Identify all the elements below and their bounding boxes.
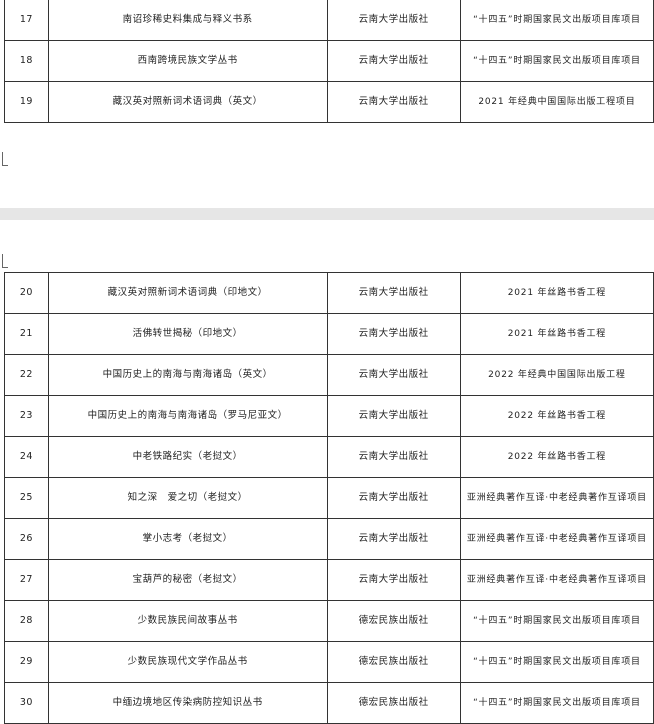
row-number-cell: 30 <box>4 682 49 724</box>
publisher-cell: 云南大学出版社 <box>326 518 461 560</box>
publisher-cell: 云南大学出版社 <box>326 272 461 314</box>
row-number-cell: 26 <box>4 518 49 560</box>
document-page-top: 17 南诏珍稀史料集成与释义书系 云南大学出版社 “十四五”时期国家民文出版项目库项目… <box>0 0 654 208</box>
table-row: 23 中国历史上的南海与南海诸岛（罗马尼亚文） 云南大学出版社 2022 年丝路书香工… <box>4 395 654 437</box>
book-title-cell: 南诏珍稀史料集成与释义书系 <box>47 0 328 41</box>
project-cell: “十四五”时期国家民文出版项目库项目 <box>459 0 654 41</box>
row-number-cell: 25 <box>4 477 49 519</box>
table-row: 22 中国历史上的南海与南海诸岛（英文） 云南大学出版社 2022 年经典中国国际出版… <box>4 354 654 396</box>
project-cell: 2022 年经典中国国际出版工程 <box>459 354 654 396</box>
table-row: 18 西南跨境民族文学丛书 云南大学出版社 “十四五”时期国家民文出版项目库项目 <box>4 40 654 82</box>
margin-corner-mark <box>2 254 9 268</box>
publisher-cell: 云南大学出版社 <box>326 436 461 478</box>
table-row: 21 活佛转世揭秘（印地文） 云南大学出版社 2021 年丝路书香工程 <box>4 313 654 355</box>
book-title-cell: 中老铁路纪实（老挝文） <box>47 436 328 478</box>
project-cell: 2022 年丝路书香工程 <box>459 436 654 478</box>
row-number-cell: 17 <box>4 0 49 41</box>
book-title-cell: 中国历史上的南海与南海诸岛（罗马尼亚文） <box>47 395 328 437</box>
publisher-cell: 德宏民族出版社 <box>326 682 461 724</box>
book-title-cell: 宝葫芦的秘密（老挝文） <box>47 559 328 601</box>
project-cell: “十四五”时期国家民文出版项目库项目 <box>459 600 654 642</box>
row-number-cell: 22 <box>4 354 49 396</box>
table-row: 24 中老铁路纪实（老挝文） 云南大学出版社 2022 年丝路书香工程 <box>4 436 654 478</box>
table-row: 17 南诏珍稀史料集成与释义书系 云南大学出版社 “十四五”时期国家民文出版项目库项目 <box>4 0 654 41</box>
publisher-cell: 云南大学出版社 <box>326 81 461 123</box>
project-cell: 2021 年丝路书香工程 <box>459 313 654 355</box>
project-cell: “十四五”时期国家民文出版项目库项目 <box>459 641 654 683</box>
project-cell: 2021 年丝路书香工程 <box>459 272 654 314</box>
document-page-bottom: 20 藏汉英对照新词术语词典（印地文） 云南大学出版社 2021 年丝路书香工程 21 活… <box>0 220 654 724</box>
book-title-cell: 藏汉英对照新词术语词典（印地文） <box>47 272 328 314</box>
publisher-cell: 云南大学出版社 <box>326 40 461 82</box>
project-cell: 亚洲经典著作互译·中老经典著作互译项目 <box>459 477 654 519</box>
row-number-cell: 21 <box>4 313 49 355</box>
row-number-cell: 24 <box>4 436 49 478</box>
publisher-cell: 云南大学出版社 <box>326 0 461 41</box>
project-cell: 2022 年丝路书香工程 <box>459 395 654 437</box>
row-number-cell: 29 <box>4 641 49 683</box>
publisher-cell: 云南大学出版社 <box>326 313 461 355</box>
project-cell: 亚洲经典著作互译·中老经典著作互译项目 <box>459 559 654 601</box>
project-cell: 亚洲经典著作互译·中老经典著作互译项目 <box>459 518 654 560</box>
publisher-cell: 德宏民族出版社 <box>326 600 461 642</box>
book-title-cell: 活佛转世揭秘（印地文） <box>47 313 328 355</box>
book-title-cell: 中国历史上的南海与南海诸岛（英文） <box>47 354 328 396</box>
table-row: 19 藏汉英对照新词术语词典（英文） 云南大学出版社 2021 年经典中国国际出版工程… <box>4 81 654 123</box>
book-title-cell: 知之深 爱之切（老挝文） <box>47 477 328 519</box>
book-title-cell: 少数民族民间故事丛书 <box>47 600 328 642</box>
publisher-cell: 云南大学出版社 <box>326 354 461 396</box>
book-title-cell: 少数民族现代文学作品丛书 <box>47 641 328 683</box>
row-number-cell: 20 <box>4 272 49 314</box>
book-title-cell: 掌小志考（老挝文） <box>47 518 328 560</box>
table-row: 29 少数民族现代文学作品丛书 德宏民族出版社 “十四五”时期国家民文出版项目库项目 <box>4 641 654 683</box>
publisher-cell: 云南大学出版社 <box>326 395 461 437</box>
row-number-cell: 28 <box>4 600 49 642</box>
row-number-cell: 27 <box>4 559 49 601</box>
project-cell: “十四五”时期国家民文出版项目库项目 <box>459 682 654 724</box>
publisher-cell: 德宏民族出版社 <box>326 641 461 683</box>
publisher-cell: 云南大学出版社 <box>326 477 461 519</box>
project-cell: 2021 年经典中国国际出版工程项目 <box>459 81 654 123</box>
table-row: 30 中缅边境地区传染病防控知识丛书 德宏民族出版社 “十四五”时期国家民文出版项目库… <box>4 682 654 724</box>
book-project-table-top: 17 南诏珍稀史料集成与释义书系 云南大学出版社 “十四五”时期国家民文出版项目库项目… <box>4 0 654 123</box>
margin-corner-mark <box>2 152 9 166</box>
table-row: 20 藏汉英对照新词术语词典（印地文） 云南大学出版社 2021 年丝路书香工程 <box>4 272 654 314</box>
table-row: 25 知之深 爱之切（老挝文） 云南大学出版社 亚洲经典著作互译·中老经典著作互译项目 <box>4 477 654 519</box>
table-row: 26 掌小志考（老挝文） 云南大学出版社 亚洲经典著作互译·中老经典著作互译项目 <box>4 518 654 560</box>
row-number-cell: 19 <box>4 81 49 123</box>
row-number-cell: 18 <box>4 40 49 82</box>
row-number-cell: 23 <box>4 395 49 437</box>
table-row: 27 宝葫芦的秘密（老挝文） 云南大学出版社 亚洲经典著作互译·中老经典著作互译项目 <box>4 559 654 601</box>
book-project-table-bottom: 20 藏汉英对照新词术语词典（印地文） 云南大学出版社 2021 年丝路书香工程 21 活… <box>4 272 654 724</box>
book-title-cell: 西南跨境民族文学丛书 <box>47 40 328 82</box>
page-gap <box>0 208 654 220</box>
table-row: 28 少数民族民间故事丛书 德宏民族出版社 “十四五”时期国家民文出版项目库项目 <box>4 600 654 642</box>
project-cell: “十四五”时期国家民文出版项目库项目 <box>459 40 654 82</box>
book-title-cell: 藏汉英对照新词术语词典（英文） <box>47 81 328 123</box>
book-title-cell: 中缅边境地区传染病防控知识丛书 <box>47 682 328 724</box>
publisher-cell: 云南大学出版社 <box>326 559 461 601</box>
